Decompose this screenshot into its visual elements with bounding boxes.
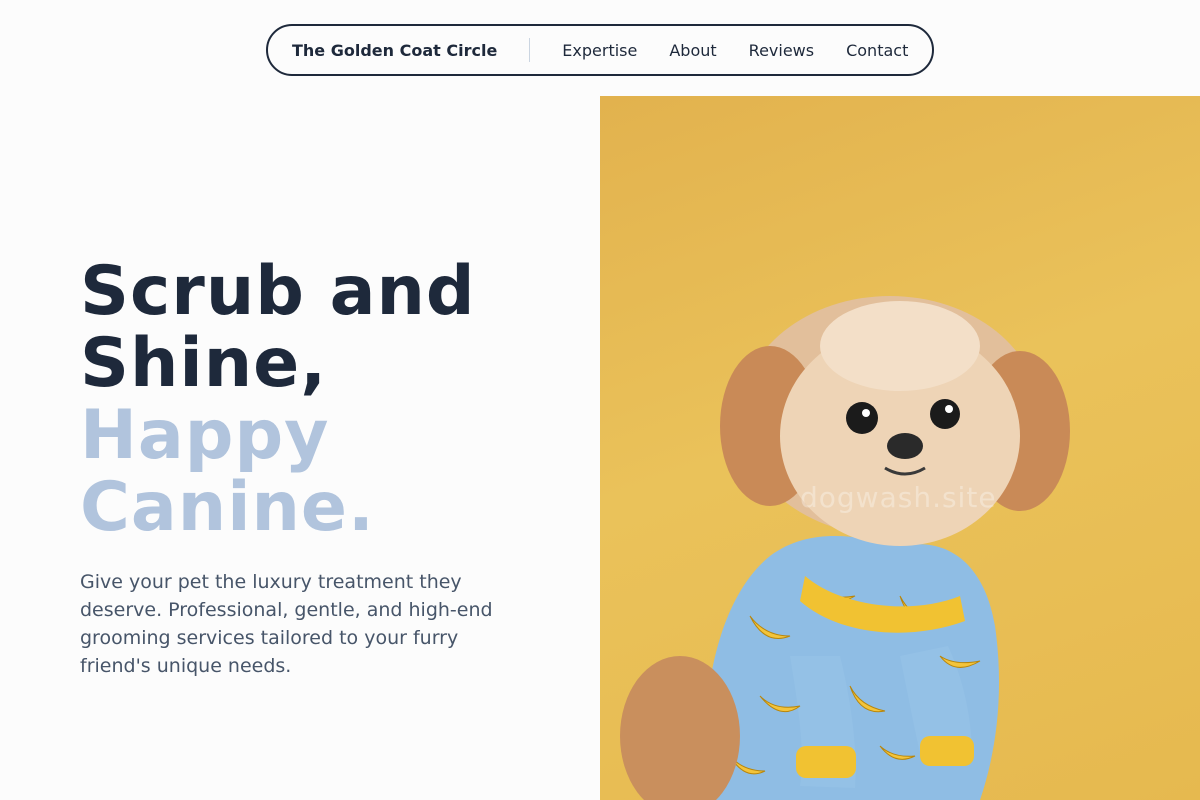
brand-logo-text[interactable]: The Golden Coat Circle	[292, 41, 497, 60]
hero-title-line-4: Canine.	[80, 468, 375, 547]
nav-link-contact[interactable]: Contact	[846, 41, 908, 60]
nav-links: Expertise About Reviews Contact	[562, 41, 908, 60]
hero-title: Scrub and Shine, Happy Canine.	[80, 256, 476, 544]
hero-description: Give your pet the luxury treatment they …	[80, 571, 493, 677]
nav-link-about[interactable]: About	[669, 41, 716, 60]
hero-dog-image: dogwash.site	[600, 96, 1200, 800]
page: The Golden Coat Circle Expertise About R…	[0, 0, 1200, 800]
nav-link-expertise[interactable]: Expertise	[562, 41, 637, 60]
hero-title-line-2: Shine,	[80, 324, 328, 403]
dog-illustration	[620, 296, 1070, 800]
nav-divider	[529, 38, 531, 62]
image-watermark: dogwash.site	[800, 481, 997, 514]
hero-title-line-1: Scrub and	[80, 252, 476, 331]
nav-link-reviews[interactable]: Reviews	[749, 41, 814, 60]
hero-title-line-3: Happy	[80, 396, 330, 475]
top-nav: The Golden Coat Circle Expertise About R…	[266, 24, 934, 76]
